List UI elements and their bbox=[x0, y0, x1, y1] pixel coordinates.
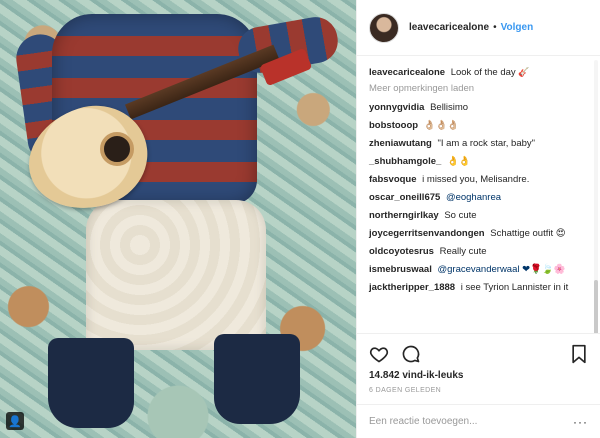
comment-icon[interactable] bbox=[401, 344, 421, 364]
caption-text: Look of the day bbox=[450, 67, 516, 78]
list-item: oscar_oneill675 @eoghanrea bbox=[369, 192, 588, 204]
header-username[interactable]: leavecaricealone bbox=[409, 22, 489, 33]
user-tag-icon[interactable]: 👤 bbox=[6, 412, 24, 430]
timestamp[interactable]: 6 DAGEN GELEDEN bbox=[369, 387, 588, 394]
comment-text: Schattige outfit 😍 bbox=[490, 228, 566, 239]
list-item: fabsvoque i missed you, Melisandre. bbox=[369, 174, 588, 186]
list-item: oldcoyotesrus Really cute bbox=[369, 246, 588, 258]
comment-username[interactable]: _shubhamgole_ bbox=[369, 156, 441, 167]
comment-text: So cute bbox=[444, 210, 477, 221]
more-options-button[interactable]: ··· bbox=[573, 415, 588, 429]
comment-username[interactable]: yonnygvidia bbox=[369, 102, 424, 113]
action-row bbox=[369, 342, 588, 366]
comment-text: Really cute bbox=[439, 246, 487, 257]
comment-text: i see Tyrion Lannister in it bbox=[460, 282, 569, 293]
list-item: bobstooop 👌🏼👌🏼👌🏼 bbox=[369, 120, 588, 132]
comment-mention[interactable]: @gracevanderwaal ❤🌹🍃🌸 bbox=[437, 264, 565, 275]
load-more-comments[interactable]: Meer opmerkingen laden bbox=[369, 83, 588, 94]
comments-scrollbar[interactable] bbox=[594, 60, 598, 333]
comment-username[interactable]: zheniawutang bbox=[369, 138, 432, 149]
list-item: joycegerritsenvandongen Schattige outfit… bbox=[369, 228, 588, 240]
comment-username[interactable]: ismebruswaal bbox=[369, 264, 432, 275]
pants bbox=[86, 200, 266, 350]
comment-input[interactable] bbox=[369, 416, 573, 427]
comment-text: 👌👌 bbox=[446, 156, 471, 167]
post-panel: leavecaricealone • Volgen leavecaricealo… bbox=[356, 0, 600, 438]
bookmark-icon[interactable] bbox=[570, 344, 588, 364]
header-dot: • bbox=[493, 22, 497, 33]
list-item: yonnygvidia Bellisimo bbox=[369, 102, 588, 114]
guitar-emoji: 🎸 bbox=[518, 67, 530, 77]
comment-username[interactable]: bobstooop bbox=[369, 120, 418, 131]
comment-mention[interactable]: @eoghanrea bbox=[446, 192, 501, 203]
guitar-soundhole bbox=[100, 132, 134, 166]
avatar[interactable] bbox=[369, 12, 399, 43]
follow-button[interactable]: Volgen bbox=[501, 22, 534, 33]
comment-username[interactable]: joycegerritsenvandongen bbox=[369, 228, 485, 239]
list-item: ismebruswaal @gracevanderwaal ❤🌹🍃🌸 bbox=[369, 264, 588, 276]
comment-text: "I am a rock star, baby" bbox=[437, 138, 536, 149]
comment-text: Bellisimo bbox=[430, 102, 469, 113]
heart-icon[interactable] bbox=[369, 344, 389, 364]
like-count[interactable]: 14.842 vind-ik-leuks bbox=[369, 370, 588, 381]
comment-username[interactable]: northerngirlkay bbox=[369, 210, 439, 221]
list-item: northerngirlkay So cute bbox=[369, 210, 588, 222]
boot-right bbox=[214, 334, 300, 424]
post-header: leavecaricealone • Volgen bbox=[357, 0, 600, 56]
post-actions: 14.842 vind-ik-leuks 6 DAGEN GELEDEN bbox=[357, 333, 600, 404]
boot-left bbox=[48, 338, 134, 428]
comment-username[interactable]: fabsvoque bbox=[369, 174, 417, 185]
scrollbar-thumb[interactable] bbox=[594, 280, 598, 333]
comment-username[interactable]: oldcoyotesrus bbox=[369, 246, 434, 257]
comment-username[interactable]: oscar_oneill675 bbox=[369, 192, 440, 203]
list-item: jacktheripper_1888 i see Tyrion Lanniste… bbox=[369, 282, 588, 294]
list-item: _shubhamgole_ 👌👌 bbox=[369, 156, 588, 168]
comments-list: leavecaricealone Look of the day 🎸 Meer … bbox=[357, 56, 600, 333]
comment-username[interactable]: jacktheripper_1888 bbox=[369, 282, 455, 293]
comment-text: 👌🏼👌🏼👌🏼 bbox=[423, 120, 460, 131]
list-item: zheniawutang "I am a rock star, baby" bbox=[369, 138, 588, 150]
caption: leavecaricealone Look of the day 🎸 bbox=[369, 66, 588, 79]
add-comment-bar: ··· bbox=[357, 404, 600, 438]
comment-text: i missed you, Melisandre. bbox=[422, 174, 530, 185]
caption-username[interactable]: leavecaricealone bbox=[369, 67, 445, 78]
post-photo[interactable]: 👤 bbox=[0, 0, 356, 438]
post-view: 👤 leavecaricealone • Volgen leavecaricea… bbox=[0, 0, 600, 438]
